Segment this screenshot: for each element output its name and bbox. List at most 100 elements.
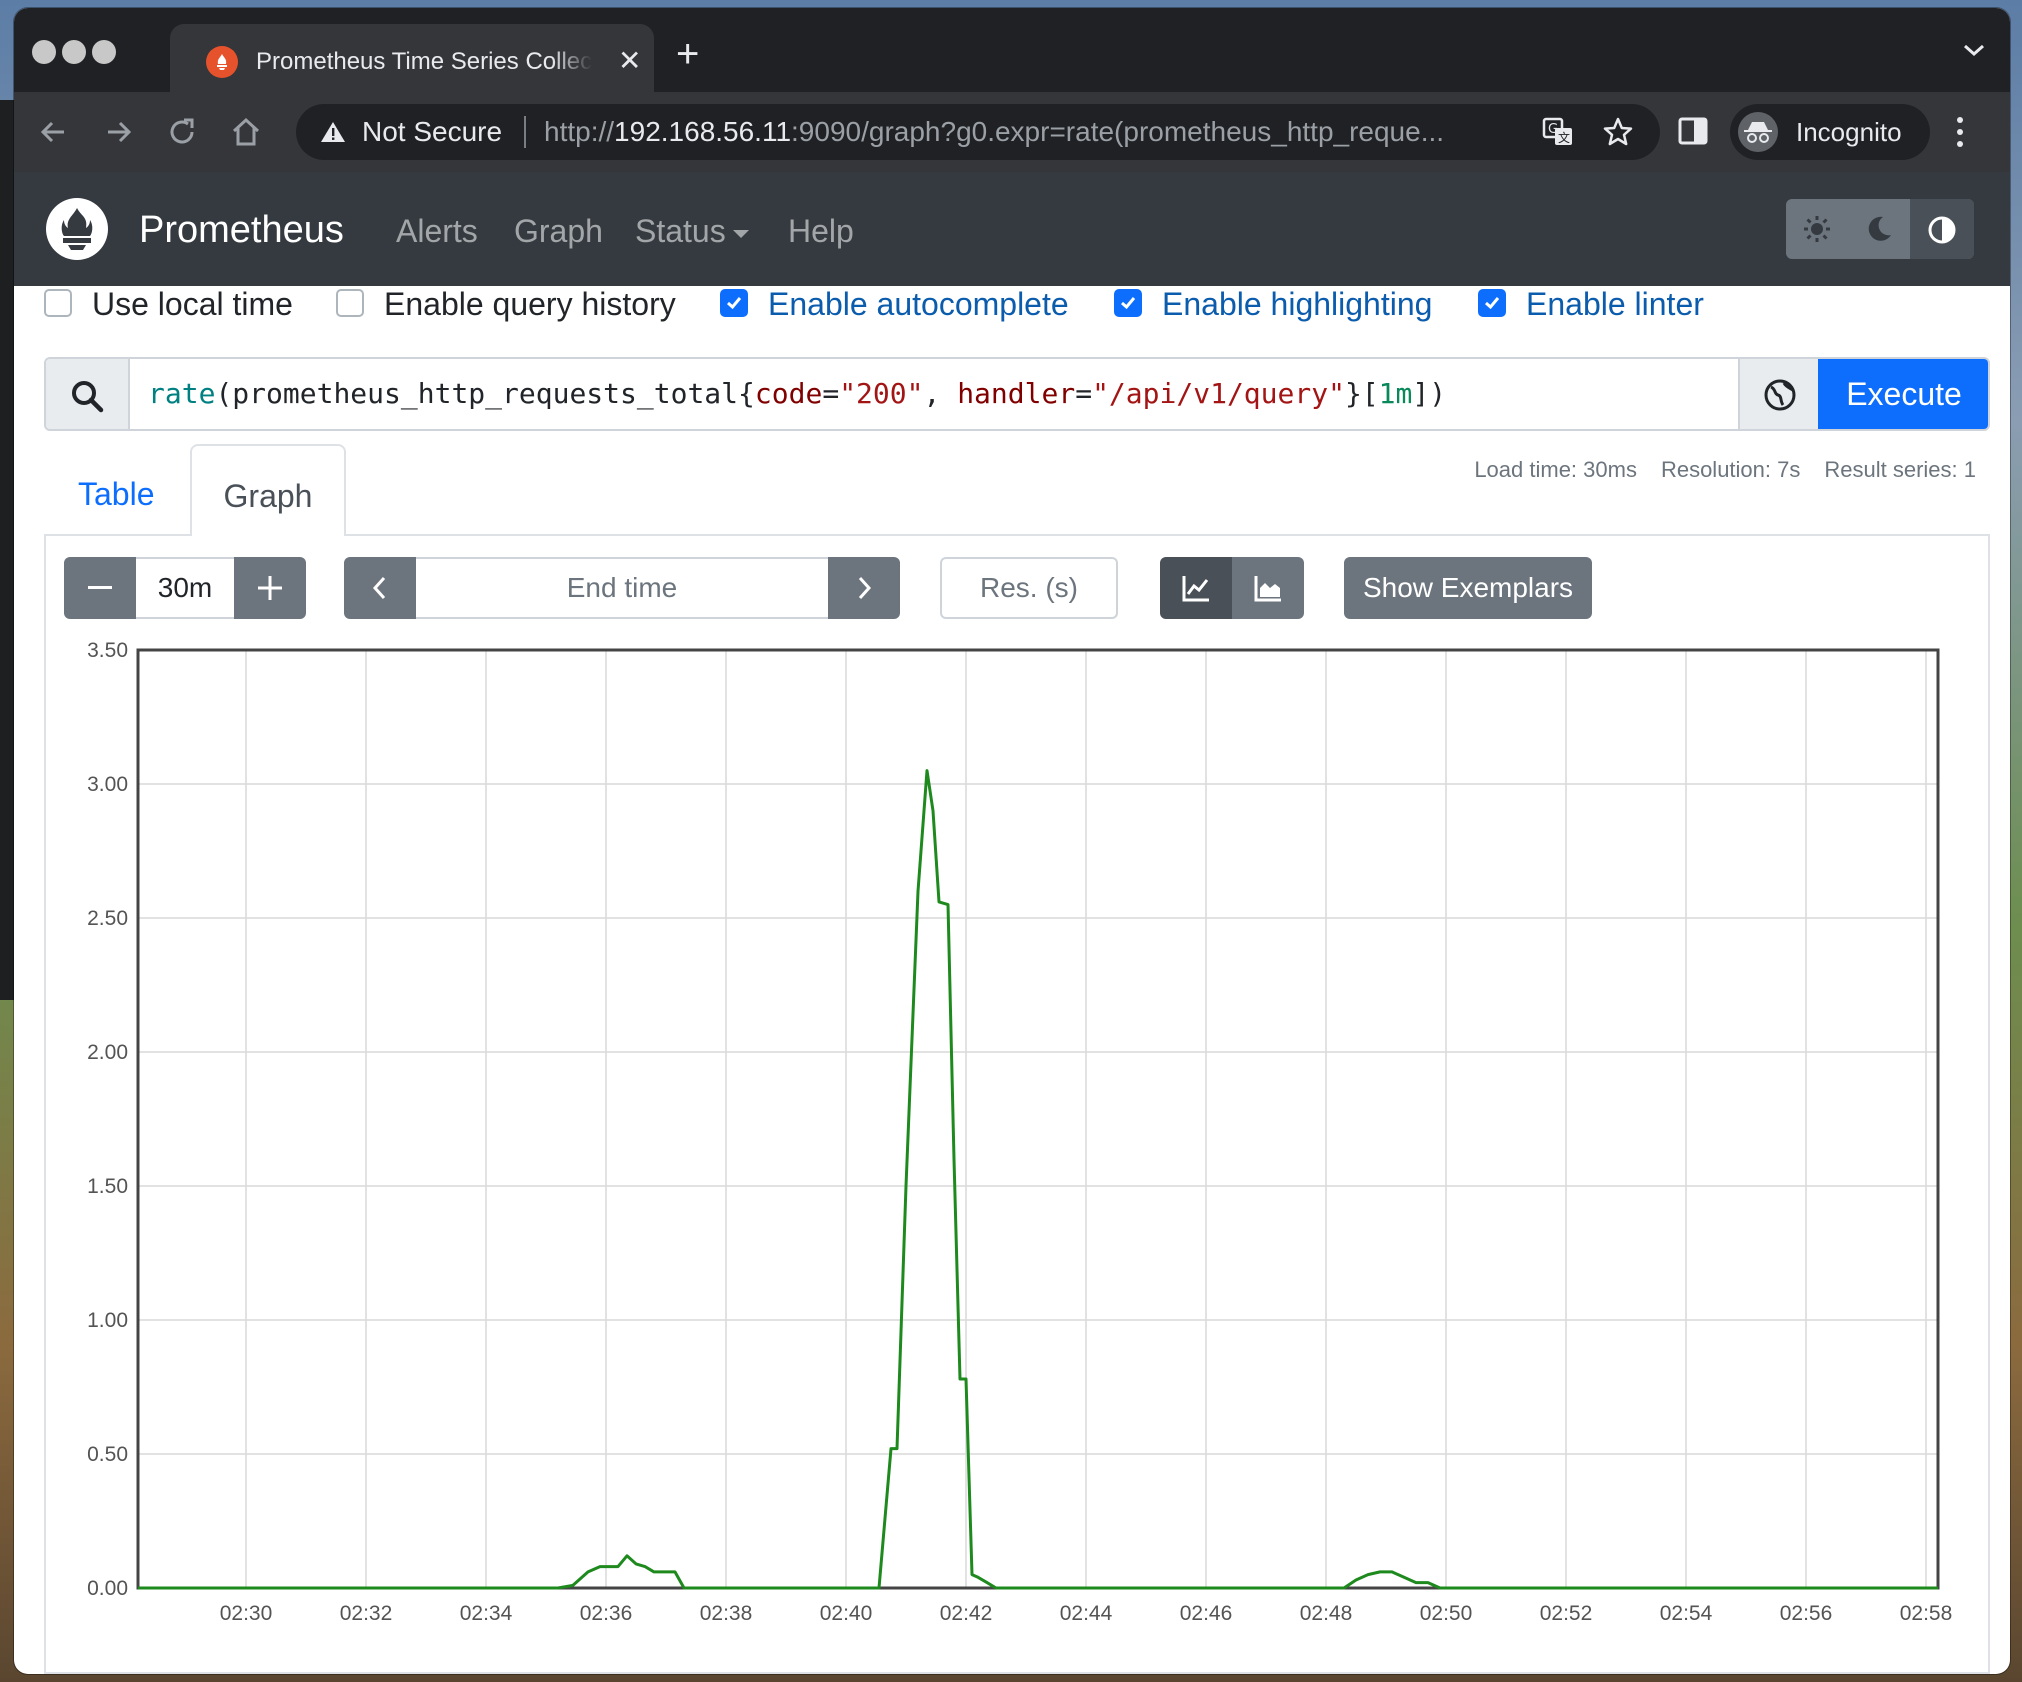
range-input[interactable]: 30m — [136, 557, 234, 619]
svg-text:文: 文 — [1558, 130, 1570, 145]
metrics-explorer-globe-icon[interactable] — [1738, 359, 1820, 429]
contrast-icon — [1928, 216, 1956, 244]
tab-divider — [44, 534, 190, 536]
decrease-range-button[interactable] — [64, 557, 136, 619]
resolution-input[interactable]: Res. (s) — [940, 557, 1118, 619]
y-tick-label: 2.00 — [87, 1041, 128, 1064]
nav-graph[interactable]: Graph — [514, 212, 603, 250]
tab-graph[interactable]: Graph — [190, 444, 346, 536]
brand-title[interactable]: Prometheus — [139, 208, 344, 252]
x-tick-label: 02:38 — [700, 1602, 753, 1625]
area-chart-icon — [1254, 576, 1281, 602]
show-exemplars-button[interactable]: Show Exemplars — [1344, 557, 1592, 619]
moon-icon — [1868, 216, 1891, 241]
time-forward-button[interactable] — [828, 557, 900, 619]
y-tick-label: 3.00 — [87, 773, 128, 796]
prometheus-logo-icon[interactable] — [46, 198, 108, 260]
light-theme-button[interactable] — [1786, 199, 1848, 259]
x-tick-label: 02:40 — [820, 1602, 873, 1625]
url-text[interactable]: http://192.168.56.11:9090/graph?g0.expr=… — [544, 116, 1544, 148]
prometheus-favicon-icon — [206, 46, 238, 78]
home-icon[interactable] — [228, 114, 264, 150]
y-tick-label: 1.50 — [87, 1175, 128, 1198]
side-panel-icon[interactable] — [1678, 116, 1708, 151]
x-tick-label: 02:52 — [1540, 1602, 1593, 1625]
back-arrow-icon[interactable] — [36, 114, 72, 150]
plus-icon — [258, 576, 282, 600]
security-status-label[interactable]: Not Secure — [362, 116, 502, 148]
browser-toolbar: Not Secure http://192.168.56.11:9090/gra… — [14, 92, 2010, 172]
line-chart-icon — [1182, 576, 1209, 602]
forward-arrow-icon[interactable] — [100, 114, 136, 150]
x-tick-label: 02:50 — [1420, 1602, 1473, 1625]
checkbox-enable-query-history[interactable] — [336, 289, 364, 317]
tab-search-chevron-icon[interactable] — [1962, 42, 1986, 63]
dark-theme-button[interactable] — [1848, 199, 1910, 259]
browser-menu-icon[interactable] — [1954, 114, 1966, 155]
sun-icon — [1804, 216, 1830, 242]
browser-tab[interactable]: Prometheus Time Series Collection and Pr… — [170, 24, 654, 92]
translate-icon[interactable]: G文 — [1542, 116, 1574, 153]
x-tick-label: 02:30 — [220, 1602, 273, 1625]
reload-icon[interactable] — [164, 114, 200, 150]
load-time: Load time: 30ms — [1474, 457, 1637, 482]
warning-triangle-icon[interactable] — [320, 120, 346, 149]
option-label: Use local time — [92, 286, 293, 322]
resolution-stat: Resolution: 7s — [1660, 457, 1801, 482]
close-window-button[interactable] — [32, 40, 56, 64]
y-tick-label: 0.50 — [87, 1443, 128, 1466]
chevron-left-icon — [372, 576, 386, 600]
incognito-label: Incognito — [1796, 117, 1902, 147]
option-label: Enable query history — [384, 286, 676, 322]
tab-table[interactable]: Table — [78, 474, 155, 514]
series-line[interactable] — [138, 769, 1938, 1590]
stacked-chart-button[interactable] — [1232, 557, 1304, 619]
checkbox-enable-linter[interactable] — [1478, 289, 1506, 317]
unstacked-chart-button[interactable] — [1160, 557, 1232, 619]
address-bar[interactable]: Not Secure http://192.168.56.11:9090/gra… — [296, 104, 1660, 160]
option-label: Enable autocomplete — [768, 286, 1069, 322]
checkbox-enable-autocomplete[interactable] — [720, 289, 748, 317]
y-tick-label: 2.50 — [87, 907, 128, 930]
expression-input[interactable]: rate(prometheus_http_requests_total{code… — [148, 375, 1446, 413]
end-time-input[interactable]: End time — [416, 557, 828, 619]
checkmark-icon — [1121, 297, 1136, 310]
minus-icon — [88, 586, 112, 589]
option-label: Enable highlighting — [1162, 286, 1433, 322]
nav-alerts[interactable]: Alerts — [396, 212, 478, 250]
minimize-window-button[interactable] — [62, 40, 86, 64]
x-tick-label: 02:54 — [1660, 1602, 1713, 1625]
x-tick-label: 02:56 — [1780, 1602, 1833, 1625]
x-tick-label: 02:48 — [1300, 1602, 1353, 1625]
x-tick-label: 02:32 — [340, 1602, 393, 1625]
y-tick-label: 0.00 — [87, 1577, 128, 1600]
x-tick-label: 02:42 — [940, 1602, 993, 1625]
y-tick-label: 1.00 — [87, 1309, 128, 1332]
expression-bar: rate(prometheus_http_requests_total{code… — [44, 357, 1990, 431]
x-tick-label: 02:34 — [460, 1602, 513, 1625]
checkbox-enable-highlighting[interactable] — [1114, 289, 1142, 317]
bookmark-star-icon[interactable] — [1602, 116, 1634, 153]
y-tick-label: 3.50 — [87, 640, 128, 662]
query-stats: Load time: 30ms Resolution: 7s Result seri… — [1450, 456, 1976, 484]
nav-status[interactable]: Status — [635, 212, 750, 250]
result-series: Result series: 1 — [1824, 457, 1976, 482]
terminal-window-edge — [0, 100, 14, 1000]
maximize-window-button[interactable] — [92, 40, 116, 64]
checkbox-use-local-time[interactable] — [44, 289, 72, 317]
incognito-profile-button[interactable]: Incognito — [1730, 104, 1930, 160]
tab-close-icon[interactable]: ✕ — [618, 46, 641, 76]
execute-button[interactable]: Execute — [1818, 359, 1988, 429]
new-tab-button[interactable]: + — [676, 34, 699, 74]
address-separator — [524, 116, 526, 148]
checkmark-icon — [1485, 297, 1500, 310]
nav-help[interactable]: Help — [788, 212, 854, 250]
time-back-button[interactable] — [344, 557, 416, 619]
checkmark-icon — [727, 297, 742, 310]
increase-range-button[interactable] — [234, 557, 306, 619]
search-icon — [46, 359, 130, 429]
time-series-chart: 0.00 0.50 1.00 1.50 2.00 2.50 3.00 3.50 02:30 02:… — [87, 640, 1953, 1625]
x-tick-label: 02:58 — [1900, 1602, 1953, 1625]
auto-theme-button[interactable] — [1910, 199, 1974, 259]
x-tick-label: 02:36 — [580, 1602, 633, 1625]
